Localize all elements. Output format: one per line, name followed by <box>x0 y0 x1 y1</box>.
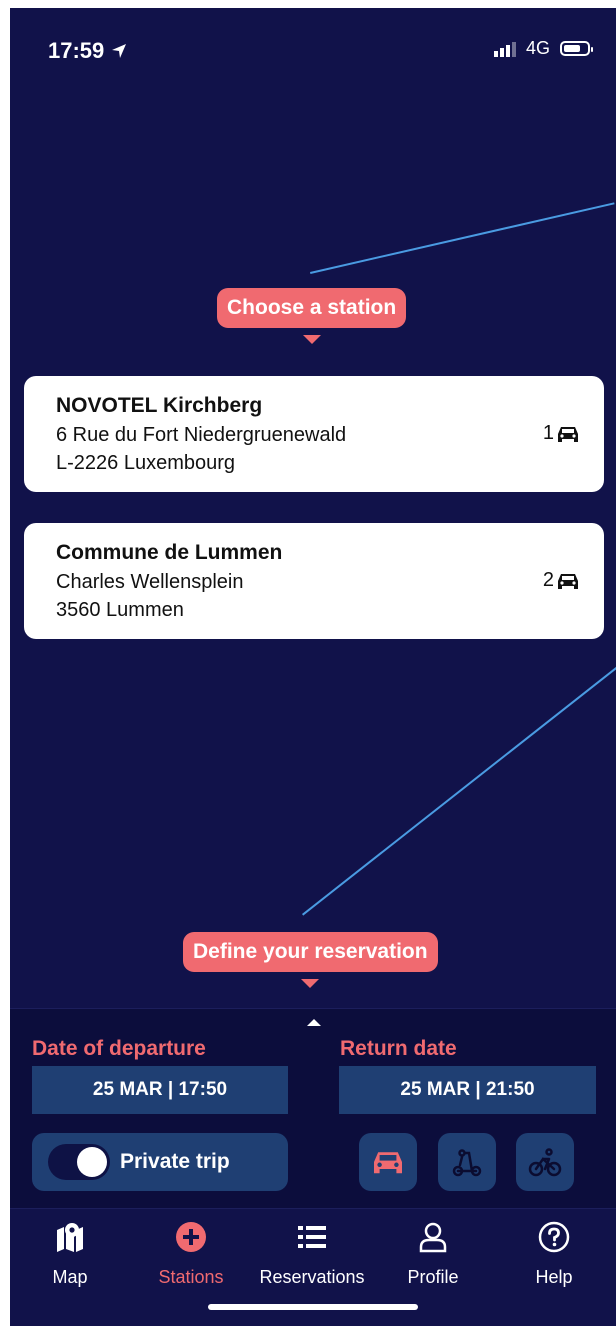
network-label: 4G <box>525 38 550 58</box>
tab-reservations[interactable]: Reservations <box>252 1221 372 1288</box>
scooter-filter-button[interactable] <box>438 1133 496 1191</box>
station-address-line: Charles Wellensplein <box>56 571 244 593</box>
car-icon <box>558 573 578 589</box>
status-bar: 17:59 4G <box>10 8 616 88</box>
station-address-line: L-2226 Luxembourg <box>56 452 236 474</box>
tab-help[interactable]: Help <box>494 1221 614 1288</box>
home-indicator[interactable] <box>208 1304 418 1310</box>
tab-label: Reservations <box>259 1267 365 1287</box>
reservation-panel: Date of departure Return date 25 MAR | 1… <box>10 1008 616 1209</box>
return-date-field[interactable]: 25 MAR | 21:50 <box>339 1066 596 1114</box>
help-icon <box>538 1221 570 1253</box>
car-icon <box>374 1152 402 1174</box>
station-name: Commune de Lummen <box>56 541 283 564</box>
list-icon <box>298 1226 326 1248</box>
private-trip-toggle[interactable]: Private trip <box>32 1133 288 1191</box>
station-card[interactable]: Commune de Lummen Charles Wellensplein 3… <box>24 523 604 639</box>
battery-icon <box>560 41 593 56</box>
bike-filter-button[interactable] <box>516 1133 574 1191</box>
annotation-line <box>310 202 615 274</box>
car-icon <box>558 426 578 442</box>
station-address-line: 6 Rue du Fort Niedergruenewald <box>56 424 347 446</box>
return-label: Return date <box>340 1037 457 1060</box>
tab-stations[interactable]: Stations <box>131 1221 251 1288</box>
toggle-switch[interactable] <box>48 1144 110 1180</box>
expand-panel-handle[interactable] <box>307 1019 321 1026</box>
tab-profile[interactable]: Profile <box>373 1221 493 1288</box>
car-count: 1 <box>542 422 554 444</box>
departure-label: Date of departure <box>32 1037 206 1060</box>
station-name: NOVOTEL Kirchberg <box>56 394 263 417</box>
signal-icon <box>493 41 516 57</box>
tab-label: Stations <box>158 1267 224 1287</box>
plus-circle-icon <box>176 1222 206 1252</box>
tab-map[interactable]: Map <box>10 1221 130 1288</box>
choose-station-tooltip: Choose a station <box>217 288 407 328</box>
define-reservation-tooltip: Define your reservation <box>183 932 438 972</box>
location-arrow-icon <box>112 44 127 58</box>
available-cars: 2 <box>543 569 580 592</box>
tab-label: Map <box>52 1267 88 1287</box>
scooter-icon <box>452 1149 482 1177</box>
available-cars: 1 <box>543 422 580 445</box>
tab-label: Profile <box>407 1267 459 1287</box>
station-card[interactable]: NOVOTEL Kirchberg 6 Rue du Fort Niedergr… <box>24 376 604 492</box>
tab-label: Help <box>535 1267 573 1287</box>
annotation-line <box>302 666 616 916</box>
user-icon <box>419 1222 447 1253</box>
car-filter-button[interactable] <box>359 1133 417 1191</box>
station-address-line: 3560 Lummen <box>56 599 184 621</box>
map-pin-icon <box>57 1223 83 1252</box>
departure-date-field[interactable]: 25 MAR | 17:50 <box>32 1066 288 1114</box>
app-screen: 17:59 4G Choose a station NOVOTEL Kirchb… <box>10 8 616 1326</box>
car-count: 2 <box>542 569 554 591</box>
private-trip-label: Private trip <box>120 1150 230 1173</box>
status-time: 17:59 <box>48 38 105 63</box>
bicycle-icon <box>528 1148 562 1177</box>
